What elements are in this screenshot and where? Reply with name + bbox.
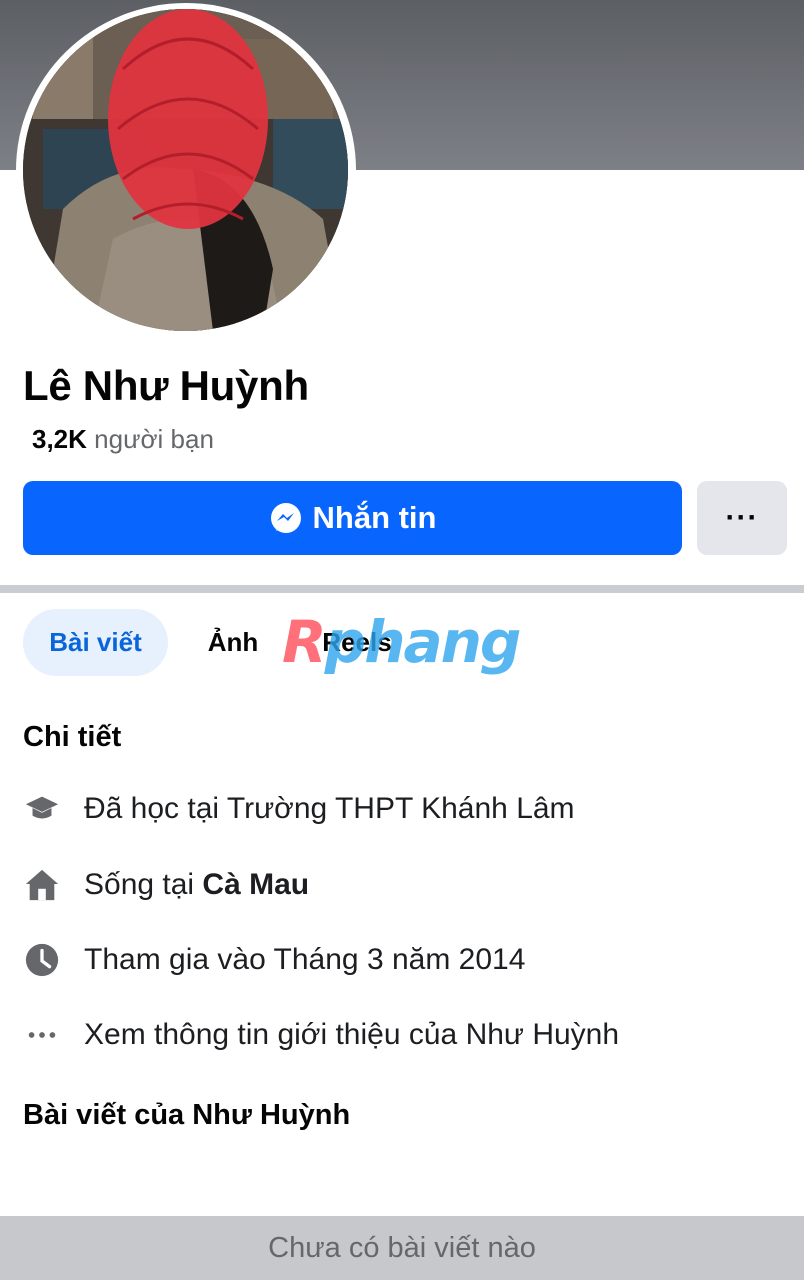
message-button[interactable]: Nhắn tin [23,481,682,555]
section-divider [0,585,804,593]
more-options-button[interactable]: ··· [697,481,787,555]
detail-lives-in-text: Sống tại Cà Mau [84,868,310,901]
detail-education-text: Đã học tại Trường THPT Khánh Lâm [84,792,575,825]
details-title: Chi tiết [23,721,122,753]
friends-count[interactable]: 3,2K người bạn [32,424,214,455]
tab-reels[interactable]: Reels [312,609,402,676]
message-button-label: Nhắn tin [312,500,437,535]
messenger-icon [269,501,303,535]
profile-name: Lê Như Huỳnh [23,362,309,409]
friends-count-number: 3,2K [32,424,87,454]
avatar-photo [23,9,348,331]
detail-education: Đã học tại Trường THPT Khánh Lâm [23,789,783,829]
tab-posts[interactable]: Bài viết [23,609,168,676]
no-posts-text: Chưa có bài viết nào [268,1231,536,1264]
detail-joined: Tham gia vào Tháng 3 năm 2014 [23,940,783,980]
home-icon [23,866,61,904]
friends-count-label: người bạn [94,424,214,454]
tab-photos[interactable]: Ảnh [198,609,268,676]
more-dots-icon [23,1016,61,1054]
detail-see-about-text: Xem thông tin giới thiệu của Như Huỳnh [84,1018,620,1051]
detail-see-about[interactable]: Xem thông tin giới thiệu của Như Huỳnh [23,1015,783,1055]
clock-icon [23,941,61,979]
detail-lives-in: Sống tại Cà Mau [23,865,783,905]
city-link[interactable]: Cà Mau [202,868,309,901]
more-dots-icon: ··· [725,501,759,534]
no-posts-banner: Chưa có bài viết nào [0,1216,804,1280]
graduation-cap-icon [23,790,61,828]
detail-joined-text: Tham gia vào Tháng 3 năm 2014 [84,943,526,976]
avatar[interactable] [23,9,348,331]
posts-title: Bài viết của Như Huỳnh [23,1099,351,1131]
